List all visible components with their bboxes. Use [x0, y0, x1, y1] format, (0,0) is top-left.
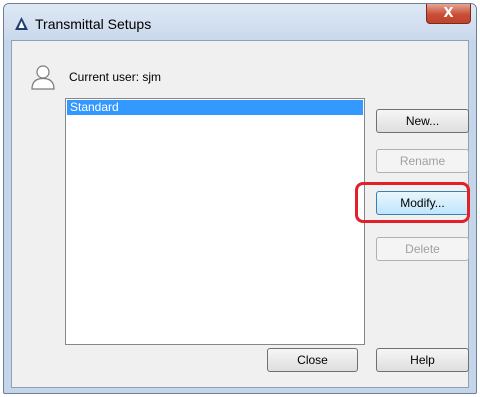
close-button[interactable]: Close [267, 348, 358, 372]
modify-button-highlight [355, 182, 470, 223]
autocad-app-icon [15, 17, 28, 30]
user-icon [31, 65, 55, 90]
window-title: Transmittal Setups [35, 16, 152, 32]
setup-list-item-standard[interactable]: Standard [67, 100, 363, 115]
title-bar: Transmittal Setups X [4, 4, 476, 40]
new-button[interactable]: New... [376, 109, 469, 133]
setups-list[interactable]: Standard [65, 98, 365, 345]
rename-button[interactable]: Rename [376, 149, 469, 173]
help-button[interactable]: Help [376, 348, 469, 372]
window-close-button[interactable]: X [426, 4, 471, 24]
current-user-label: Current user: sjm [69, 70, 162, 84]
delete-button[interactable]: Delete [376, 237, 469, 261]
